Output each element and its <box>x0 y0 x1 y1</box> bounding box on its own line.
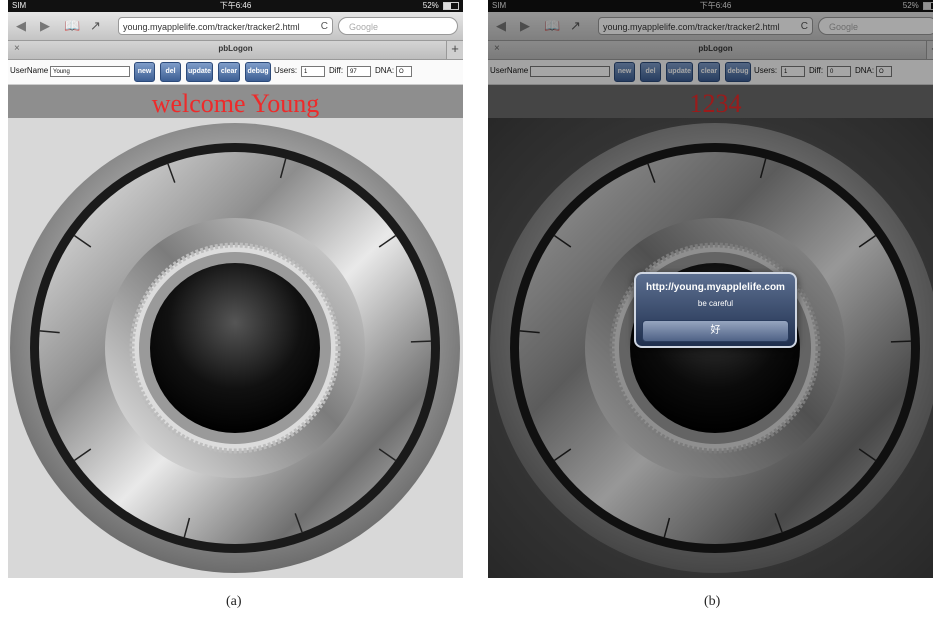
battery-icon <box>443 1 459 10</box>
reload-icon[interactable]: C <box>321 18 328 36</box>
share-icon[interactable]: ↗ <box>90 16 101 36</box>
diff-input[interactable]: 97 <box>347 66 371 77</box>
clear-button[interactable]: clear <box>218 62 240 82</box>
new-button[interactable]: new <box>134 62 155 82</box>
status-bar: SIM 下午6:46 52% <box>8 0 463 12</box>
tab-title[interactable]: pbLogon <box>8 44 463 53</box>
logon-form: UserName Young new del update clear debu… <box>8 60 463 85</box>
del-button[interactable]: del <box>160 62 181 82</box>
alert-title: http://young.myapplelife.com <box>646 282 785 293</box>
battery-percent: 52% <box>422 1 439 10</box>
caption-a: (a) <box>226 594 242 609</box>
forward-icon[interactable]: ▶ <box>40 16 50 36</box>
users-label: Users: <box>274 66 298 75</box>
welcome-message: welcome Young <box>151 89 320 118</box>
update-button[interactable]: update <box>186 62 213 82</box>
url-field[interactable]: young.myapplelife.com/tracker/tracker2.h… <box>118 17 333 35</box>
alert-ok-button[interactable]: 好 <box>642 320 789 342</box>
battery-indicator: 52% <box>423 0 459 12</box>
combination-dial[interactable] <box>8 118 463 578</box>
users-input[interactable]: 1 <box>301 66 325 77</box>
dna-input[interactable]: O <box>396 66 412 77</box>
screenshot-panel-a: SIM 下午6:46 52% ◀ ▶ 📖 ↗ young.myapplelife… <box>8 0 463 578</box>
alert-message: be careful <box>697 299 734 308</box>
status-time: 下午6:46 <box>219 1 252 10</box>
url-text: young.myapplelife.com/tracker/tracker2.h… <box>123 22 300 32</box>
search-field[interactable]: Google <box>338 17 458 35</box>
screenshot-panel-b: SIM 下午6:46 52% ◀ ▶ 📖 ↗ young.myapplelife… <box>488 0 933 578</box>
debug-button[interactable]: debug <box>245 62 271 82</box>
browser-toolbar: ◀ ▶ 📖 ↗ young.myapplelife.com/tracker/tr… <box>8 12 463 41</box>
new-tab-button[interactable]: + <box>446 41 463 59</box>
username-label: UserName <box>10 66 49 75</box>
page-content <box>8 118 463 578</box>
diff-label: Diff: <box>329 66 344 75</box>
back-icon[interactable]: ◀ <box>16 16 26 36</box>
bookmarks-icon[interactable]: 📖 <box>64 16 80 36</box>
caption-b: (b) <box>704 594 721 609</box>
alert-dialog: http://young.myapplelife.com be careful … <box>634 272 797 348</box>
dna-label: DNA: <box>375 66 395 75</box>
tab-bar: × pbLogon + <box>8 41 463 60</box>
username-input[interactable]: Young <box>50 66 130 77</box>
